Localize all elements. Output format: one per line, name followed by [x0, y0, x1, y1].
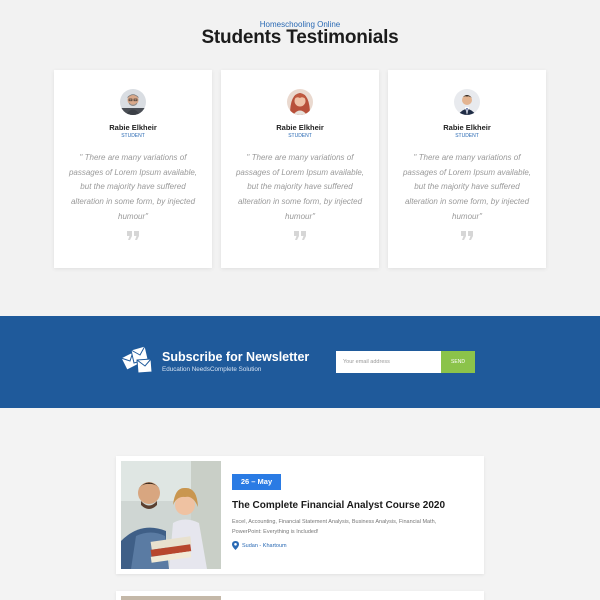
location-pin-icon — [232, 541, 239, 550]
course-card[interactable] — [116, 591, 484, 600]
woman-avatar-icon — [287, 89, 313, 115]
course-card[interactable]: 26 – May The Complete Financial Analyst … — [116, 456, 484, 574]
courses-section: 26 – May The Complete Financial Analyst … — [0, 408, 600, 600]
testimonial-card: Rabie Elkheir STUDENT " There are many v… — [221, 70, 379, 268]
section-title: Students Testimonials — [201, 27, 399, 48]
student-role: STUDENT — [288, 133, 312, 139]
course-image[interactable] — [121, 461, 221, 569]
testimonial-quote: " There are many variations of passages … — [402, 153, 532, 221]
newsletter-subtitle: Education NeedsComplete Solution — [162, 366, 262, 373]
student-role: STUDENT — [121, 133, 145, 139]
newsletter-envelopes-icon — [120, 345, 153, 374]
man-avatar-icon — [120, 89, 146, 115]
testimonial-quote: " There are many variations of passages … — [68, 153, 198, 221]
send-button[interactable]: SEND — [441, 351, 475, 373]
student-name: Rabie Elkheir — [109, 123, 157, 132]
newsletter-section: Subscribe for Newsletter Education Needs… — [0, 316, 600, 408]
newsletter-title: Subscribe for Newsletter — [162, 350, 310, 364]
man-suit-avatar-icon — [454, 89, 480, 115]
student-role: STUDENT — [455, 133, 479, 139]
student-name: Rabie Elkheir — [276, 123, 324, 132]
date-badge: 26 – May — [232, 474, 281, 490]
student-name: Rabie Elkheir — [443, 123, 491, 132]
quote-icon — [461, 231, 473, 240]
testimonial-card: Rabie Elkheir STUDENT " There are many v… — [388, 70, 546, 268]
course-tags: Excel, Accounting, Financial Statement A… — [232, 519, 437, 535]
email-input[interactable] — [336, 351, 441, 373]
testimonial-card: Rabie Elkheir STUDENT " There are many v… — [54, 70, 212, 268]
testimonial-quote: " There are many variations of passages … — [235, 153, 365, 221]
quote-icon — [127, 231, 139, 240]
course-title[interactable]: The Complete Financial Analyst Course 20… — [232, 500, 445, 511]
quote-icon — [294, 231, 306, 240]
course-location: Sudan - Khartoum — [242, 543, 287, 549]
course-image[interactable] — [121, 596, 221, 600]
testimonials-section: Homeschooling Online Students Testimonia… — [0, 0, 600, 316]
